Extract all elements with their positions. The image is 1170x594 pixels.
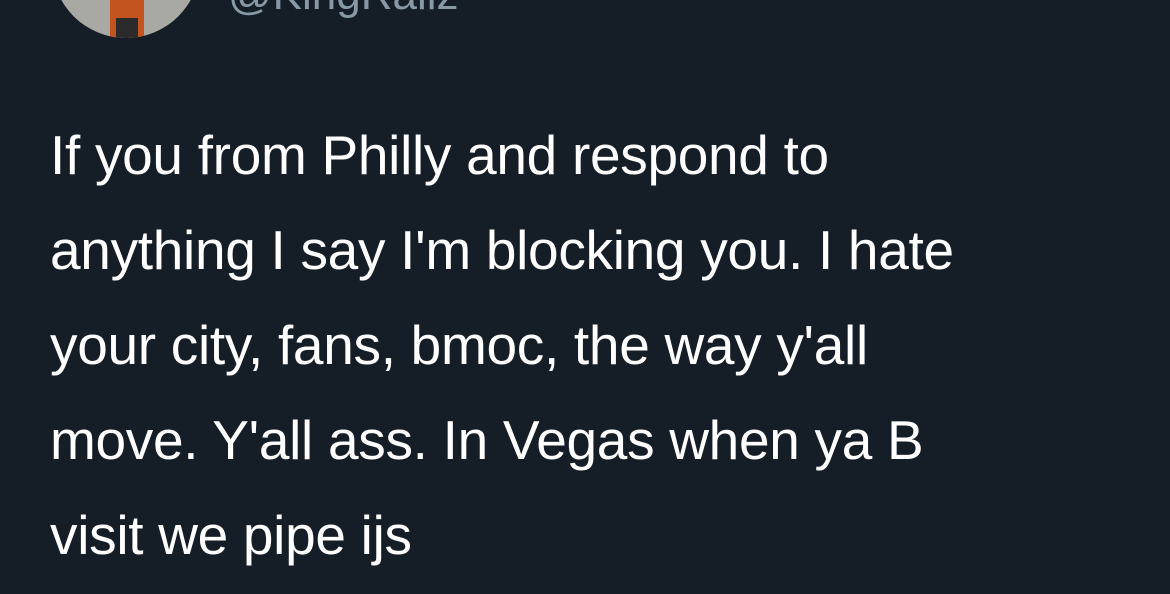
tweet-text-line: move. Y'all ass. In Vegas when ya B [50, 409, 924, 471]
tweet-text: If you from Philly and respond to anythi… [50, 108, 1140, 583]
tweet-card: @KingRallz If you from Philly and respon… [0, 0, 1170, 594]
tweet-text-line: your city, fans, bmoc, the way y'all [50, 314, 868, 376]
avatar[interactable] [52, 0, 200, 38]
user-handle[interactable]: @KingRallz [228, 0, 459, 20]
tweet-text-line: visit we pipe ijs [50, 504, 412, 566]
avatar-figure-legs [116, 18, 138, 38]
tweet-text-line: anything I say I'm blocking you. I hate [50, 219, 954, 281]
tweet-text-line: If you from Philly and respond to [50, 124, 829, 186]
